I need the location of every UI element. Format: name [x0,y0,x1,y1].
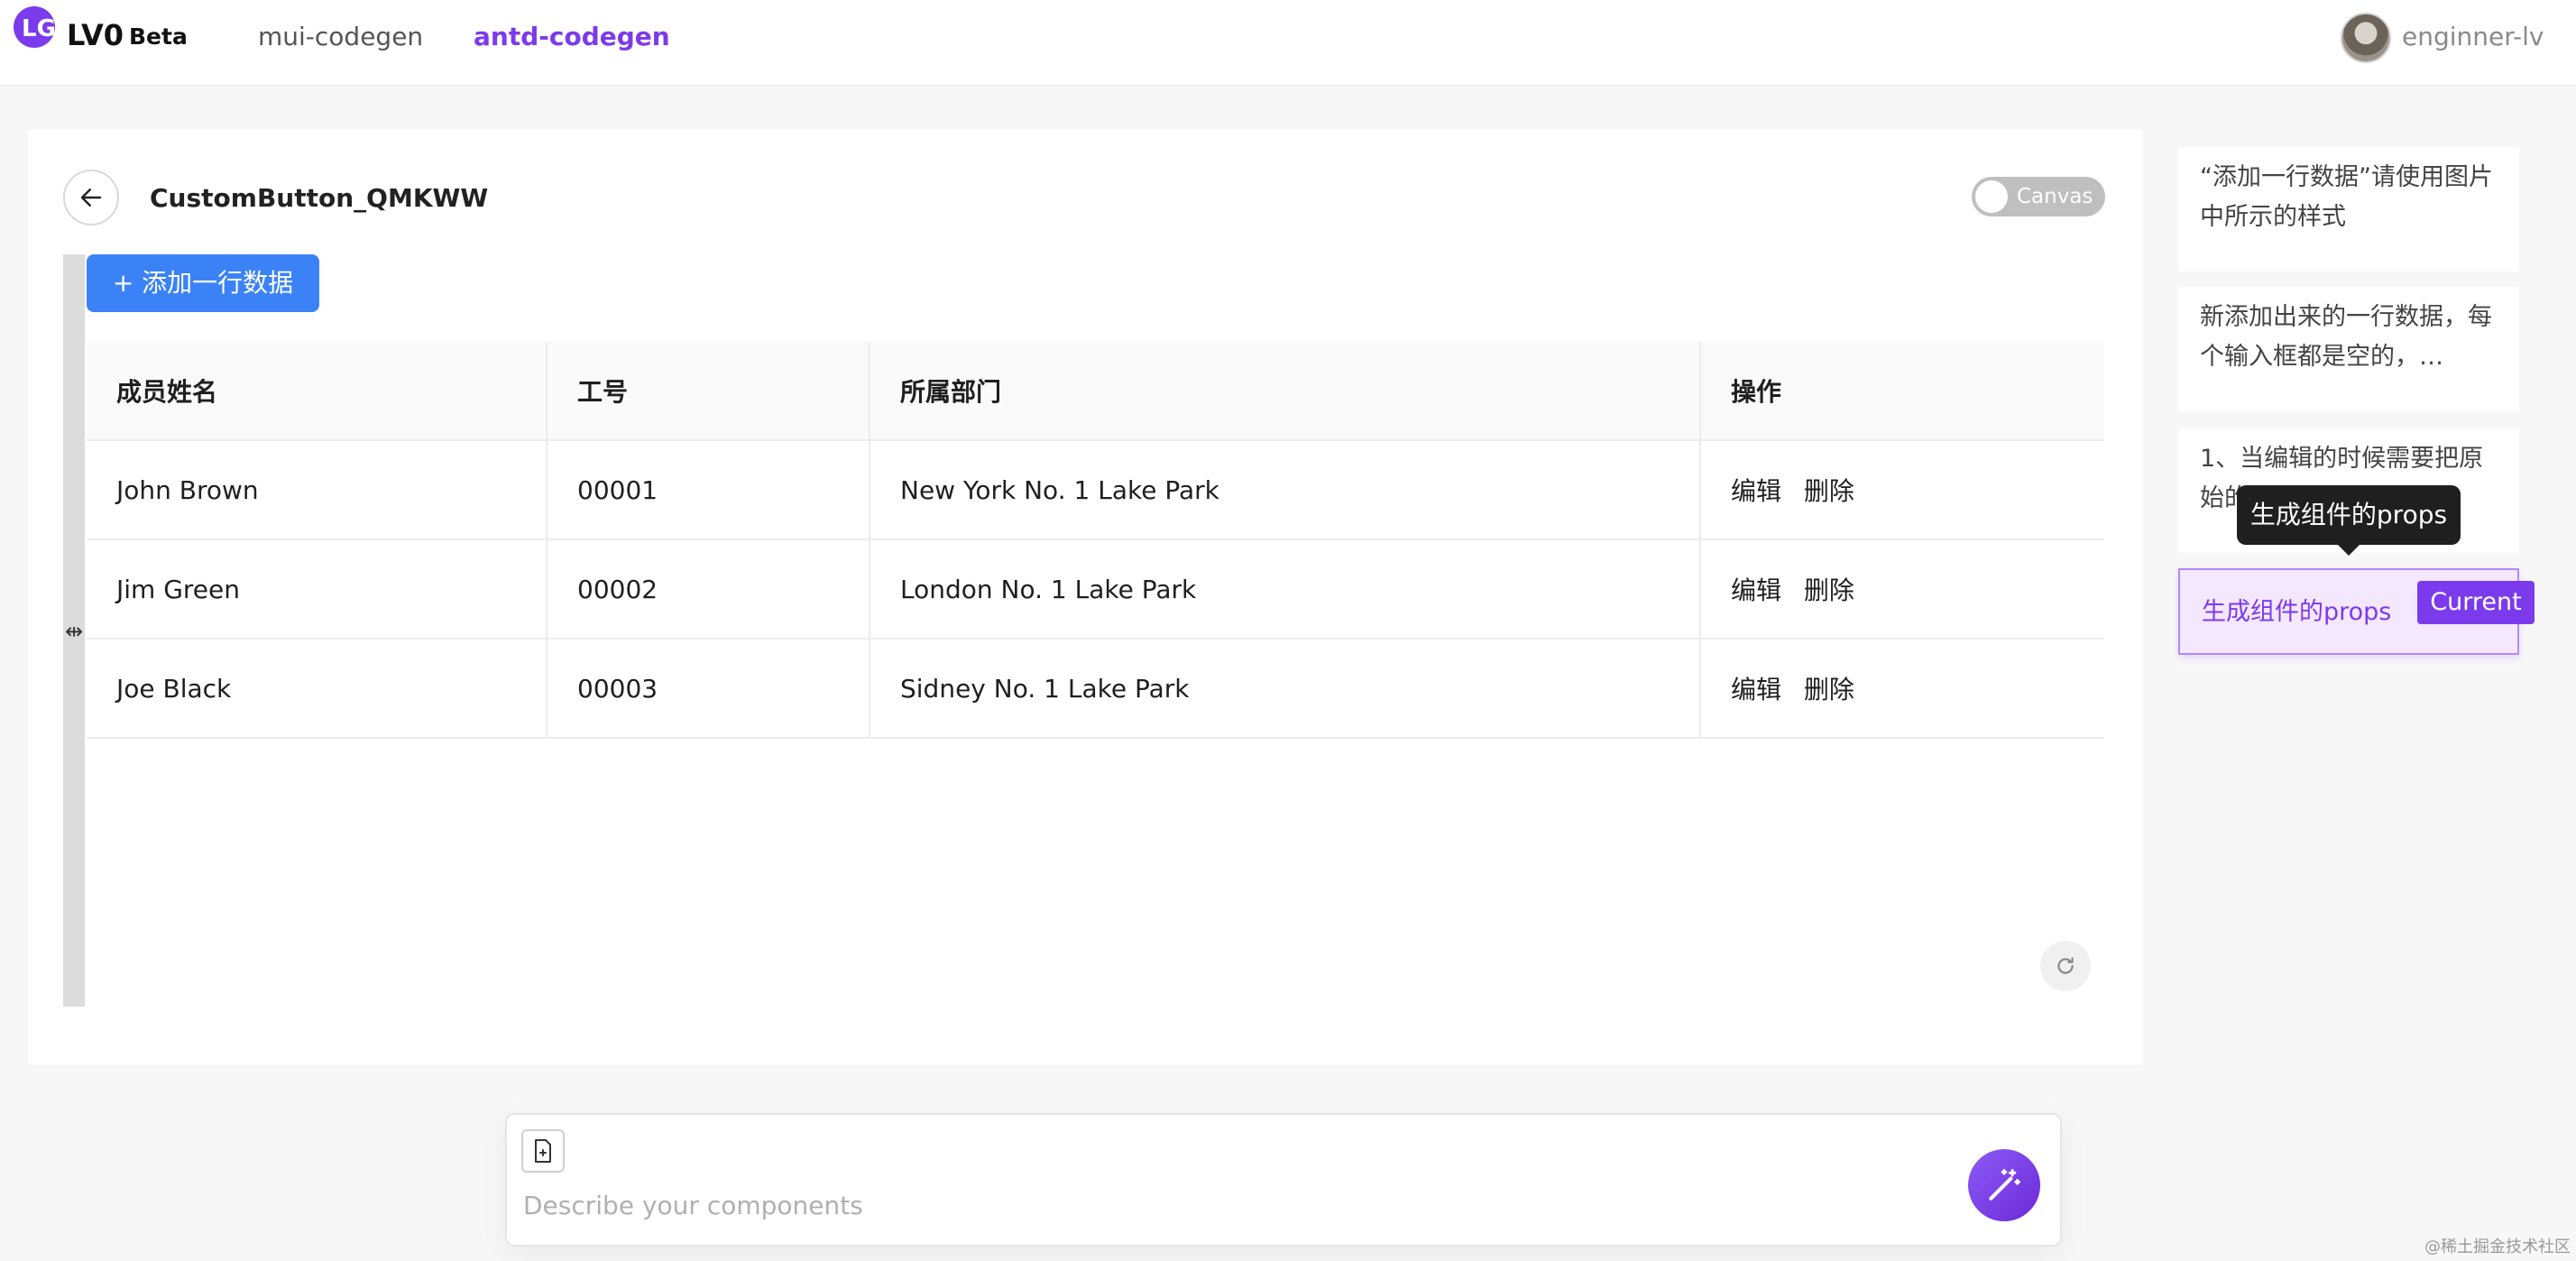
nav-link-antd-codegen[interactable]: antd-codegen [474,22,670,51]
cell-name: Joe Black [87,639,547,739]
beta-badge: Beta [129,23,188,50]
history-item-text: “添加一行数据”请使用图片中所示的样式 [2200,163,2493,231]
username[interactable]: enginner-lv [2402,22,2544,51]
cell-dept: Sidney No. 1 Lake Park [869,639,1700,739]
add-row-button[interactable]: + 添加一行数据 [87,254,319,312]
back-button[interactable] [63,170,119,226]
column-header-id: 工号 [546,342,869,441]
cell-dept: London No. 1 Lake Park [869,539,1700,640]
table-row: John Brown 00001 New York No. 1 Lake Par… [87,440,2104,540]
component-title: CustomButton_QMKWW [150,183,489,213]
column-header-actions: 操作 [1699,342,2104,441]
table-row: Jim Green 00002 London No. 1 Lake Park 编… [87,539,2104,640]
cell-name: John Brown [87,440,547,540]
arrow-left-icon [80,189,102,207]
history-item-text: 新添加出来的一行数据，每个输入框都是空的，… [2200,303,2492,371]
cell-actions: 编辑 删除 [1699,539,2104,640]
top-nav: LG LV0 Beta mui-codegen antd-codegen eng… [0,0,2576,87]
cell-dept: New York No. 1 Lake Park [869,440,1700,540]
resize-handle-icon[interactable]: ⇹ [65,619,83,644]
edit-link[interactable]: 编辑 [1731,575,1781,605]
cell-actions: 编辑 删除 [1699,440,2104,540]
delete-link[interactable]: 删除 [1804,575,1854,605]
history-item[interactable]: 新添加出来的一行数据，每个输入框都是空的，… [2178,287,2519,411]
delete-link[interactable]: 删除 [1804,476,1854,506]
cell-id: 00003 [546,639,869,739]
edit-link[interactable]: 编辑 [1731,675,1781,704]
toggle-knob [1975,180,2008,213]
cell-name: Jim Green [87,539,547,640]
history-item[interactable]: “添加一行数据”请使用图片中所示的样式 [2178,147,2519,272]
brand-name[interactable]: LV0 [67,18,124,52]
current-badge: Current [2417,581,2535,624]
delete-link[interactable]: 删除 [1804,675,1854,704]
cell-id: 00002 [546,539,869,640]
watermark: @稀土掘金技术社区 [2424,1238,2571,1256]
tooltip: 生成组件的props [2237,485,2461,556]
attach-file-button[interactable] [521,1129,565,1173]
table-row: Joe Black 00003 Sidney No. 1 Lake Park 编… [87,639,2104,739]
canvas-toggle[interactable]: Canvas [1972,177,2105,216]
canvas-toggle-label: Canvas [2017,185,2093,208]
edit-link[interactable]: 编辑 [1731,476,1781,506]
avatar[interactable] [2341,13,2391,63]
column-header-name: 成员姓名 [87,342,547,441]
generate-button[interactable] [1968,1149,2040,1221]
magic-wand-icon [1989,1169,2020,1201]
table-header-row: 成员姓名 工号 所属部门 操作 [87,342,2104,441]
prompt-composer [505,1113,2062,1247]
member-table: 成员姓名 工号 所属部门 操作 John Brown 00001 New Yor… [87,342,2104,739]
column-header-dept: 所属部门 [869,342,1700,441]
file-icon [535,1139,551,1163]
logo-icon: LG [14,6,56,48]
refresh-button[interactable] [2040,941,2091,991]
cell-actions: 编辑 删除 [1699,639,2104,739]
nav-link-mui-codegen[interactable]: mui-codegen [258,22,423,51]
cell-id: 00001 [546,440,869,540]
refresh-icon [2057,957,2074,974]
svg-text:LG: LG [22,15,56,42]
prompt-input[interactable] [523,1187,1876,1223]
